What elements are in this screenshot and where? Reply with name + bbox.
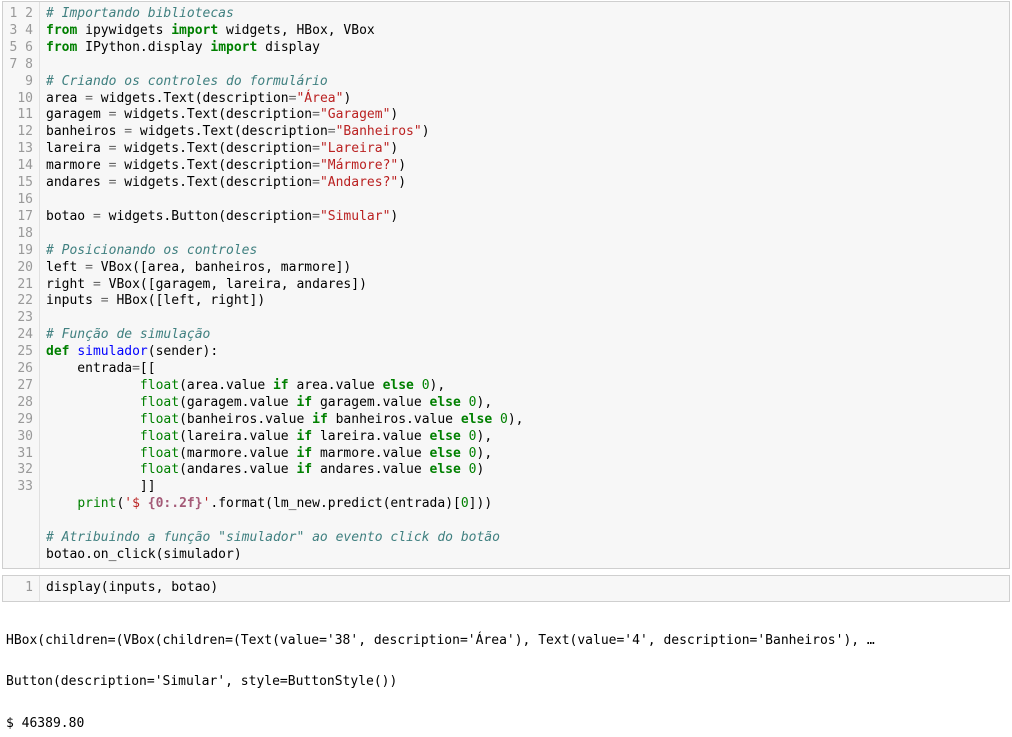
- cell-output: HBox(children=(VBox(children=(Text(value…: [0, 608, 1012, 737]
- code-editor-1[interactable]: # Importando bibliotecas from ipywidgets…: [40, 2, 1009, 568]
- code-cell-2[interactable]: 1 display(inputs, botao): [2, 575, 1010, 602]
- line-number-gutter: 1: [3, 576, 40, 601]
- code-cell-1[interactable]: 1 2 3 4 5 6 7 8 9 10 11 12 13 14 15 16 1…: [2, 1, 1010, 569]
- output-line-1: HBox(children=(VBox(children=(Text(value…: [6, 633, 875, 648]
- code-editor-2[interactable]: display(inputs, botao): [40, 576, 1009, 601]
- output-line-3: $ 46389.80: [6, 716, 84, 731]
- output-line-2: Button(description='Simular', style=Butt…: [6, 674, 397, 689]
- line-number-gutter: 1 2 3 4 5 6 7 8 9 10 11 12 13 14 15 16 1…: [3, 2, 40, 568]
